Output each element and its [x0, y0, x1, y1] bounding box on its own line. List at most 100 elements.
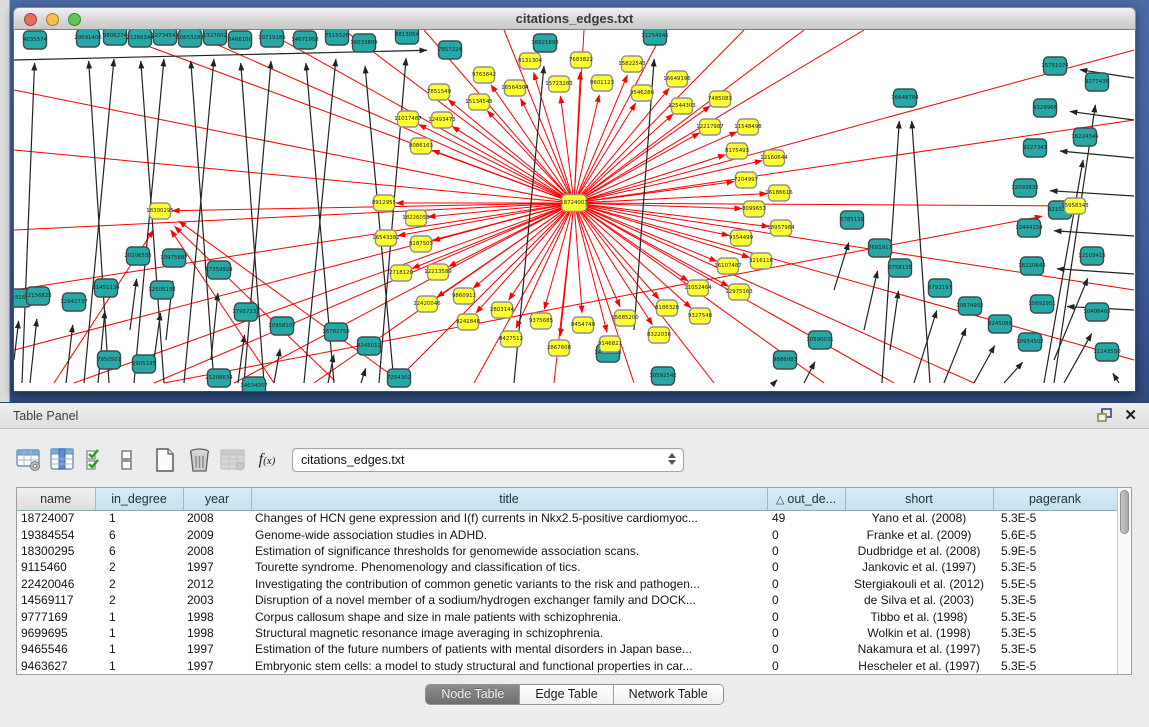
cell-name[interactable]: 18724007: [17, 510, 95, 526]
table-scrollbar-thumb[interactable]: [1120, 490, 1129, 534]
cell-page[interactable]: 5.3E-5: [993, 510, 1117, 526]
table-row[interactable]: 946362711997Embryonic stem cells: a mode…: [17, 658, 1117, 674]
network-window-titlebar[interactable]: citations_edges.txt: [13, 7, 1136, 30]
cell-indeg[interactable]: 1: [95, 641, 183, 657]
table-settings-icon[interactable]: [12, 444, 46, 476]
cell-out[interactable]: 0: [767, 559, 845, 575]
cell-short[interactable]: Franke et al. (2009): [845, 526, 993, 542]
column-header-indegree[interactable]: in_degree: [95, 488, 183, 510]
table-row[interactable]: 946554611997Estimation of the future num…: [17, 641, 1117, 657]
cell-year[interactable]: 1998: [183, 608, 251, 624]
unselect-all-icon[interactable]: [114, 444, 140, 476]
column-header-pagerank[interactable]: pagerank: [993, 488, 1117, 510]
cell-name[interactable]: 14569117: [17, 592, 95, 608]
cell-indeg[interactable]: 1: [95, 510, 183, 526]
table-row[interactable]: 1872400712008Changes of HCN gene express…: [17, 510, 1117, 526]
cell-out[interactable]: 0: [767, 526, 845, 542]
cell-year[interactable]: 1998: [183, 625, 251, 641]
cell-name[interactable]: 9465546: [17, 641, 95, 657]
cell-page[interactable]: 5.3E-5: [993, 559, 1117, 575]
tab-node-table[interactable]: Node Table: [426, 685, 520, 704]
table-row[interactable]: 1938455462009Genome-wide association stu…: [17, 526, 1117, 542]
table-row[interactable]: 911546021997Tourette syndrome. Phenomeno…: [17, 559, 1117, 575]
delete-column-icon[interactable]: [182, 444, 216, 476]
import-table-icon[interactable]: [216, 444, 250, 476]
cell-short[interactable]: Yano et al. (2008): [845, 510, 993, 526]
cell-short[interactable]: Jankovic et al. (1997): [845, 559, 993, 575]
cell-name[interactable]: 19384554: [17, 526, 95, 542]
column-header-short[interactable]: short: [845, 488, 993, 510]
cell-title[interactable]: Estimation of significance thresholds fo…: [251, 543, 767, 559]
cell-year[interactable]: 2012: [183, 576, 251, 592]
cell-page[interactable]: 5.3E-5: [993, 625, 1117, 641]
cell-title[interactable]: Genome-wide association studies in ADHD.: [251, 526, 767, 542]
cell-out[interactable]: 49: [767, 510, 845, 526]
cell-short[interactable]: Wolkin et al. (1998): [845, 625, 993, 641]
column-header-name[interactable]: name: [17, 488, 95, 510]
network-selector-dropdown[interactable]: citations_edges.txt: [292, 448, 684, 472]
cell-name[interactable]: 9699695: [17, 625, 95, 641]
cell-short[interactable]: Tibbo et al. (1998): [845, 608, 993, 624]
column-header-outde[interactable]: △out_de...: [767, 488, 845, 510]
minimize-window-icon[interactable]: [46, 13, 59, 26]
cell-name[interactable]: 9115460: [17, 559, 95, 575]
cell-title[interactable]: Structural magnetic resonance image aver…: [251, 625, 767, 641]
cell-title[interactable]: Investigating the contribution of common…: [251, 576, 767, 592]
cell-page[interactable]: 5.6E-5: [993, 526, 1117, 542]
network-view-canvas[interactable]: 4035574206914069806274212663441273454310…: [14, 30, 1135, 391]
network-window[interactable]: citations_edges.txt 40355742069140698062…: [13, 7, 1136, 392]
column-header-title[interactable]: title: [251, 488, 767, 510]
cell-page[interactable]: 5.3E-5: [993, 658, 1117, 674]
cell-year[interactable]: 2008: [183, 510, 251, 526]
cell-title[interactable]: Corpus callosum shape and size in male p…: [251, 608, 767, 624]
cell-page[interactable]: 5.3E-5: [993, 592, 1117, 608]
close-window-icon[interactable]: [24, 13, 37, 26]
column-header-year[interactable]: year: [183, 488, 251, 510]
cell-title[interactable]: Estimation of the future numbers of pati…: [251, 641, 767, 657]
cell-short[interactable]: de Silva et al. (2003): [845, 592, 993, 608]
table-row[interactable]: 2242004622012Investigating the contribut…: [17, 576, 1117, 592]
table-row[interactable]: 977716911998Corpus callosum shape and si…: [17, 608, 1117, 624]
cell-indeg[interactable]: 1: [95, 608, 183, 624]
cell-title[interactable]: Disruption of a novel member of a sodium…: [251, 592, 767, 608]
select-column-icon[interactable]: [46, 444, 80, 476]
table-scrollbar[interactable]: [1117, 488, 1131, 674]
table-row[interactable]: 969969511998Structural magnetic resonanc…: [17, 625, 1117, 641]
cell-page[interactable]: 5.3E-5: [993, 641, 1117, 657]
cell-name[interactable]: 9463627: [17, 658, 95, 674]
cell-out[interactable]: 0: [767, 625, 845, 641]
cell-title[interactable]: Tourette syndrome. Phenomenology and cla…: [251, 559, 767, 575]
cell-name[interactable]: 9777169: [17, 608, 95, 624]
cell-short[interactable]: Dudbridge et al. (2008): [845, 543, 993, 559]
cell-short[interactable]: Nakamura et al. (1997): [845, 641, 993, 657]
cell-name[interactable]: 22420046: [17, 576, 95, 592]
cell-indeg[interactable]: 2: [95, 592, 183, 608]
cell-out[interactable]: 0: [767, 608, 845, 624]
new-column-icon[interactable]: [148, 444, 182, 476]
cell-page[interactable]: 5.9E-5: [993, 543, 1117, 559]
function-builder-icon[interactable]: f(x): [250, 444, 284, 476]
tab-network-table[interactable]: Network Table: [614, 685, 723, 704]
cell-page[interactable]: 5.5E-5: [993, 576, 1117, 592]
cell-year[interactable]: 1997: [183, 658, 251, 674]
cell-out[interactable]: 0: [767, 658, 845, 674]
cell-indeg[interactable]: 6: [95, 543, 183, 559]
table-row[interactable]: 1456911722003Disruption of a novel membe…: [17, 592, 1117, 608]
cell-indeg[interactable]: 1: [95, 625, 183, 641]
cell-name[interactable]: 18300295: [17, 543, 95, 559]
cell-year[interactable]: 1997: [183, 641, 251, 657]
cell-indeg[interactable]: 2: [95, 559, 183, 575]
cell-year[interactable]: 2008: [183, 543, 251, 559]
cell-year[interactable]: 2009: [183, 526, 251, 542]
cell-out[interactable]: 0: [767, 641, 845, 657]
tab-edge-table[interactable]: Edge Table: [520, 685, 613, 704]
cell-indeg[interactable]: 1: [95, 658, 183, 674]
cell-out[interactable]: 0: [767, 592, 845, 608]
cell-page[interactable]: 5.3E-5: [993, 608, 1117, 624]
cell-indeg[interactable]: 2: [95, 576, 183, 592]
cell-short[interactable]: Hescheler et al. (1997): [845, 658, 993, 674]
select-all-icon[interactable]: [80, 444, 114, 476]
cell-short[interactable]: Stergiakouli et al. (2012): [845, 576, 993, 592]
cell-year[interactable]: 2003: [183, 592, 251, 608]
cell-indeg[interactable]: 6: [95, 526, 183, 542]
